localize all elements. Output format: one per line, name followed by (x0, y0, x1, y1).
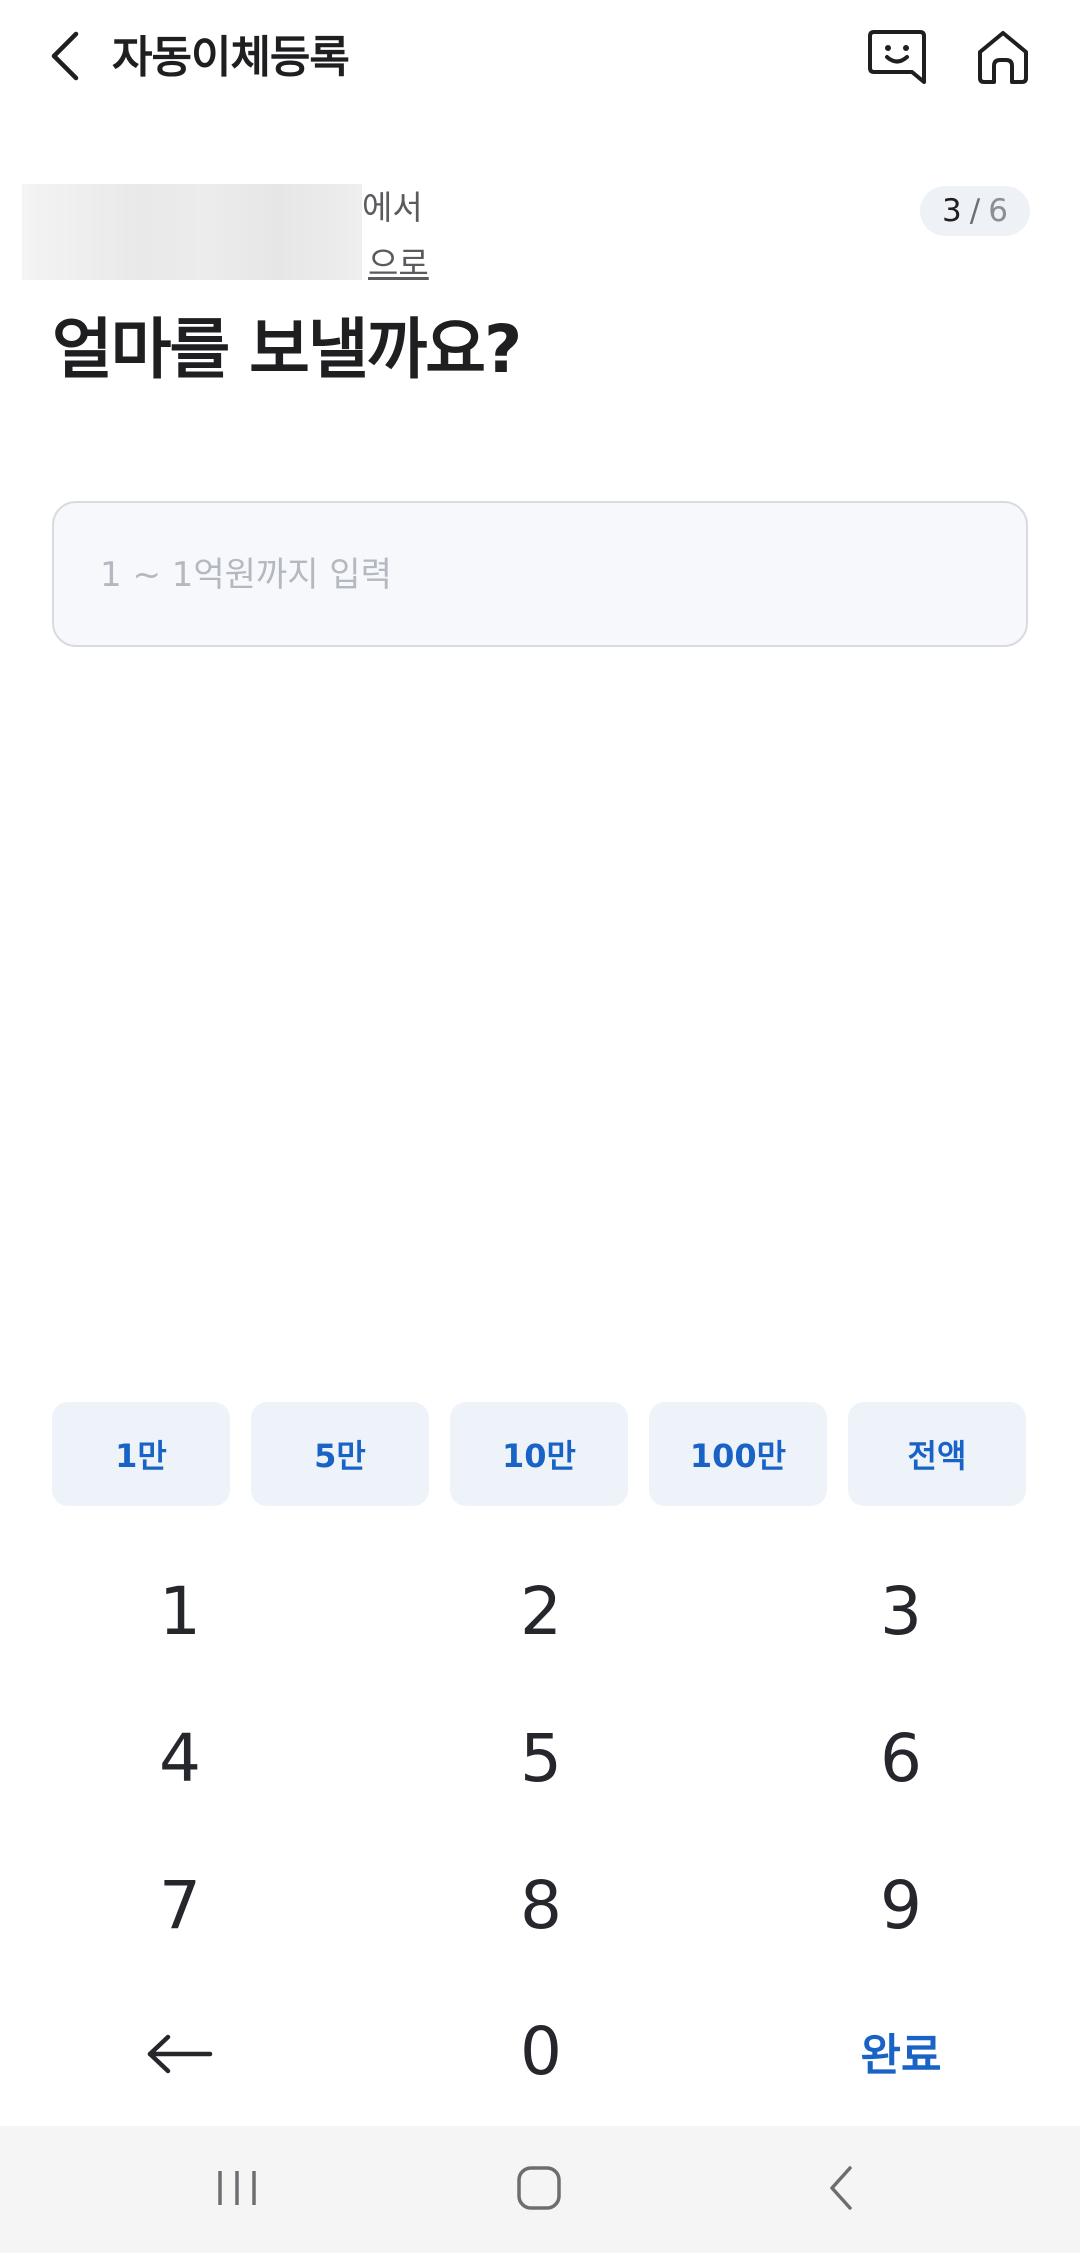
chat-face-icon (866, 26, 928, 92)
masked-account-info (22, 184, 362, 280)
home-icon (974, 28, 1032, 90)
step-total: 6 (988, 193, 1008, 229)
chatbot-button[interactable] (862, 24, 932, 94)
done-button[interactable]: 완료 (751, 1986, 1051, 2116)
recent-apps-button[interactable] (172, 2140, 302, 2240)
key-2[interactable]: 2 (391, 1546, 691, 1676)
chevron-left-icon (50, 30, 80, 86)
page-title: 자동이체등록 (112, 32, 350, 83)
key-1[interactable]: 1 (30, 1546, 330, 1676)
quick-amount-all-button[interactable]: 전액 (848, 1402, 1026, 1506)
key-5[interactable]: 5 (391, 1693, 691, 1823)
step-indicator: 3 / 6 (920, 186, 1030, 236)
to-account-suffix[interactable]: 으로 (368, 244, 429, 284)
arrow-left-icon (146, 2013, 214, 2090)
quick-amount-50k-button[interactable]: 5만 (251, 1402, 429, 1506)
home-button[interactable] (968, 24, 1038, 94)
key-4[interactable]: 4 (30, 1693, 330, 1823)
back-chevron-icon (826, 2164, 856, 2216)
key-7[interactable]: 7 (30, 1840, 330, 1970)
home-square-icon (516, 2165, 562, 2215)
system-back-button[interactable] (776, 2140, 906, 2240)
key-8[interactable]: 8 (391, 1840, 691, 1970)
key-3[interactable]: 3 (751, 1546, 1051, 1676)
amount-question: 얼마를 보낼까요? (52, 311, 522, 388)
system-home-button[interactable] (474, 2140, 604, 2240)
from-account-suffix: 에서 (362, 188, 423, 227)
key-0[interactable]: 0 (391, 1986, 691, 2116)
quick-amount-1m-button[interactable]: 100만 (649, 1402, 827, 1506)
key-9[interactable]: 9 (751, 1840, 1051, 1970)
key-6[interactable]: 6 (751, 1693, 1051, 1823)
amount-input[interactable] (98, 503, 982, 647)
step-separator: / (969, 193, 981, 229)
recent-apps-icon (214, 2167, 260, 2213)
step-current: 3 (942, 193, 962, 229)
back-button[interactable] (40, 26, 90, 90)
quick-amount-100k-button[interactable]: 10만 (450, 1402, 628, 1506)
amount-field[interactable] (52, 501, 1028, 647)
backspace-button[interactable] (30, 1986, 330, 2116)
quick-amount-10k-button[interactable]: 1만 (52, 1402, 230, 1506)
